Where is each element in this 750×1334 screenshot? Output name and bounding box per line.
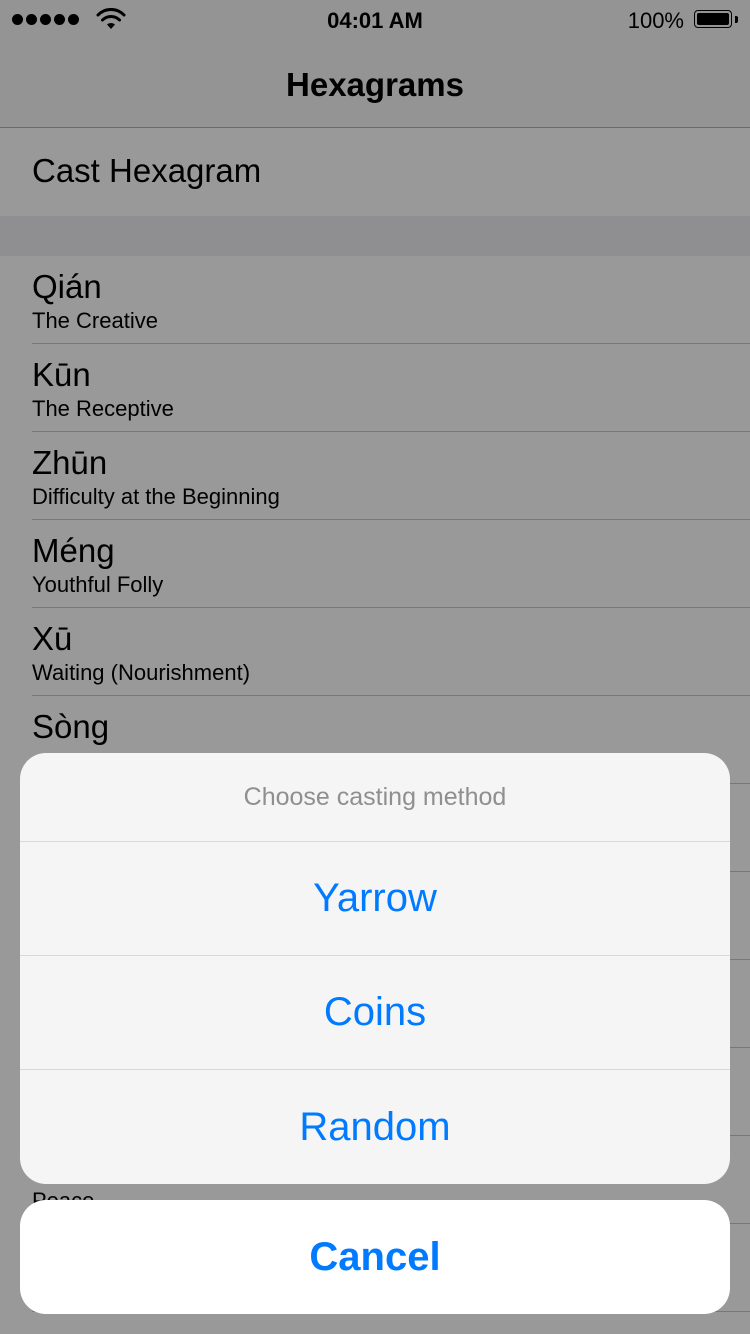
random-button[interactable]: Random — [20, 1070, 730, 1184]
yarrow-button[interactable]: Yarrow — [20, 842, 730, 956]
cancel-button[interactable]: Cancel — [20, 1200, 730, 1314]
coins-button[interactable]: Coins — [20, 956, 730, 1070]
action-sheet-title: Choose casting method — [20, 753, 730, 842]
action-sheet: Choose casting method Yarrow Coins Rando… — [20, 753, 730, 1184]
